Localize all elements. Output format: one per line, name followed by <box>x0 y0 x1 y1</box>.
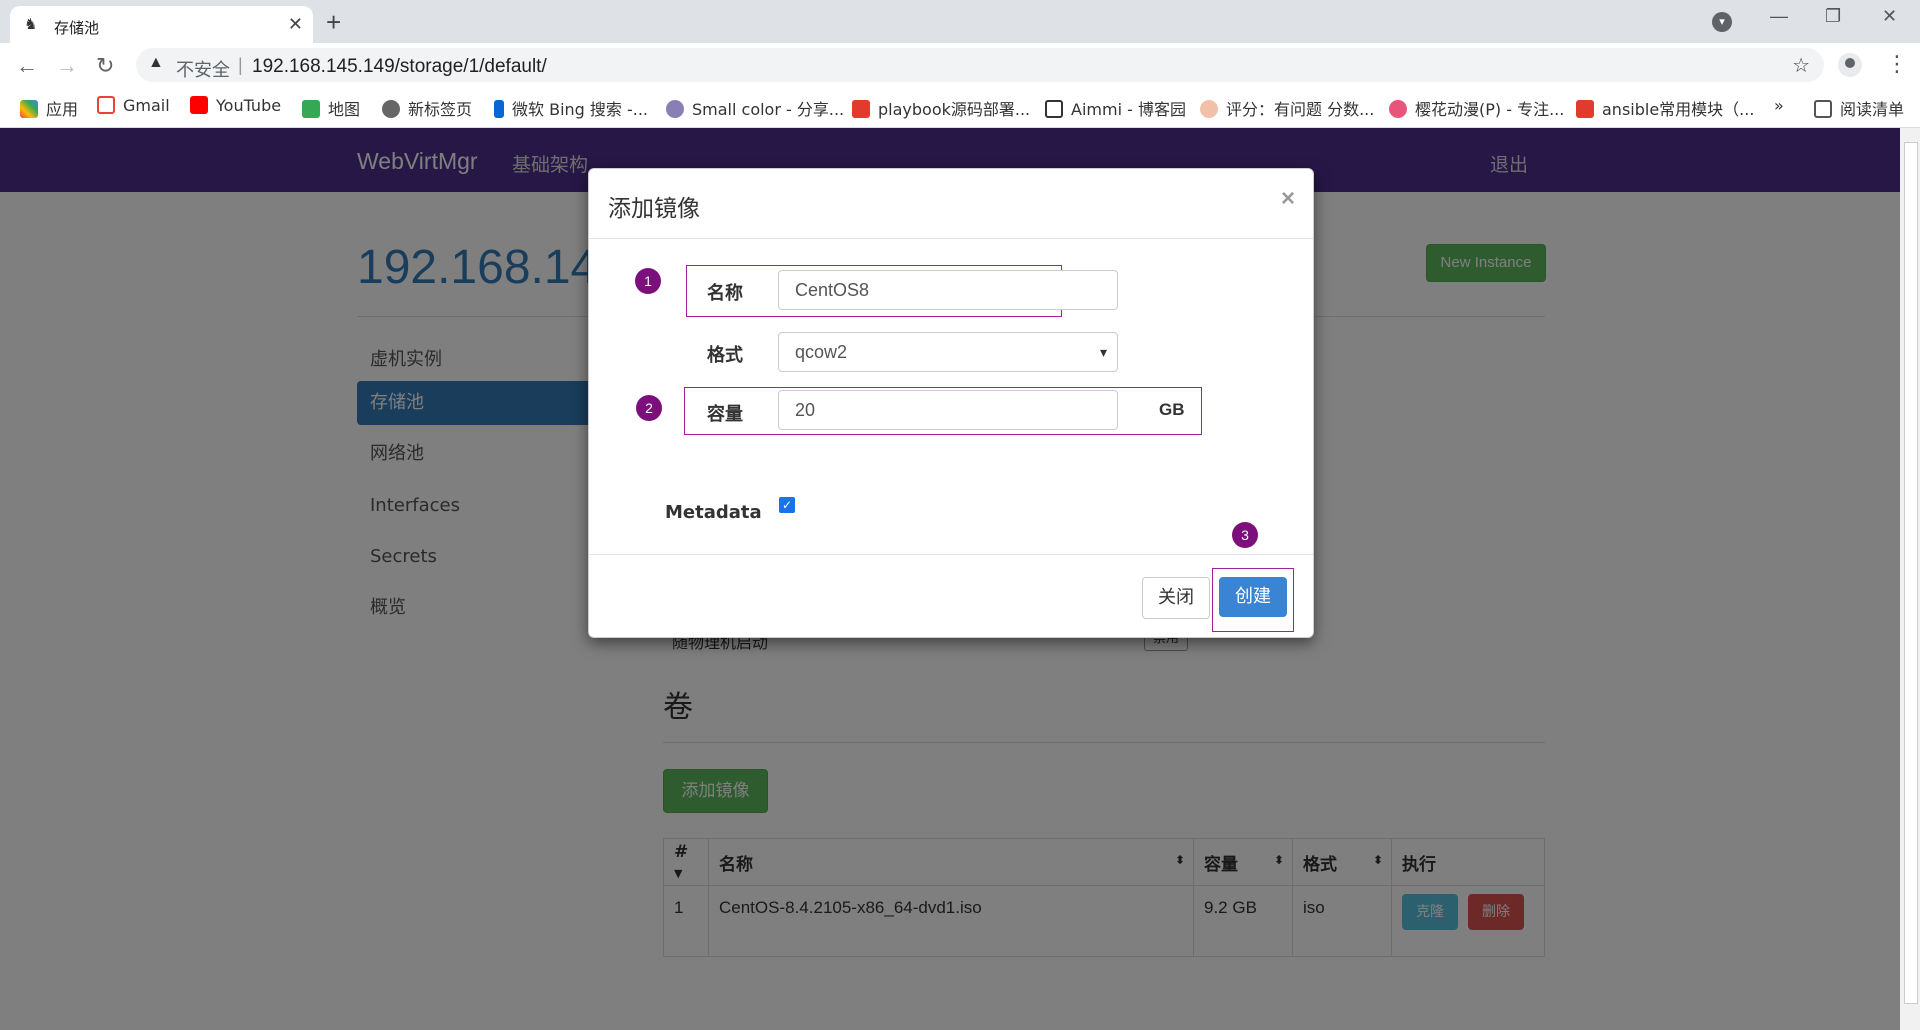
page-content: WebVirtMgr 基础架构 退出 192.168.145 New Insta… <box>0 128 1900 1030</box>
bookmark-gmail[interactable]: Gmail <box>97 96 170 115</box>
address-bar[interactable]: ▲ 不安全 | 192.168.145.149/storage/1/defaul… <box>136 48 1824 82</box>
reading-list[interactable]: 阅读清单 <box>1814 96 1904 120</box>
size-input[interactable]: 20 <box>778 390 1118 430</box>
forward-icon[interactable]: → <box>56 53 78 79</box>
close-tab-icon[interactable]: ✕ <box>288 14 303 35</box>
reading-list-icon <box>1814 100 1832 118</box>
bookmark-aimmi[interactable]: Aimmi - 博客园 <box>1045 96 1186 120</box>
annotation-badge-1: 1 <box>635 268 661 294</box>
maps-icon <box>302 100 320 118</box>
name-label: 名称 <box>707 283 743 304</box>
bookmark-playbook[interactable]: playbook源码部署... <box>852 96 1030 120</box>
anime-avatar-icon <box>1200 100 1218 118</box>
bookmark-rating[interactable]: 评分：有问题 分数... <box>1200 96 1374 120</box>
url-text[interactable]: 192.168.145.149/storage/1/default/ <box>252 56 547 78</box>
bing-icon <box>494 100 504 118</box>
bookmarks-bar: 应用 Gmail YouTube 地图 新标签页 微软 Bing 搜索 -...… <box>0 87 1920 128</box>
account-avatar-icon[interactable] <box>1838 53 1862 77</box>
name-input[interactable]: CentOS8 <box>778 270 1118 310</box>
bookmark-sakura[interactable]: 樱花动漫(P) - 专注... <box>1389 96 1564 120</box>
browser-toolbar: ← → ↻ ▲ 不安全 | 192.168.145.149/storage/1/… <box>0 43 1920 87</box>
annotation-badge-2: 2 <box>636 395 662 421</box>
bookmark-youtube[interactable]: YouTube <box>190 96 281 115</box>
smallcolor-icon <box>666 100 684 118</box>
bookmark-ansible[interactable]: ansible常用模块（... <box>1576 96 1754 120</box>
youtube-icon <box>190 96 208 114</box>
size-label: 容量 <box>707 404 743 425</box>
bookmark-newtab[interactable]: 新标签页 <box>382 96 472 120</box>
csdn-icon <box>1576 100 1594 118</box>
browser-menu-icon[interactable]: ⋮ <box>1886 51 1908 77</box>
create-button[interactable]: 创建 <box>1219 577 1287 617</box>
metadata-checkbox[interactable]: ✓ <box>779 497 795 513</box>
chrome-profile-icon[interactable]: ▾ <box>1712 12 1732 32</box>
size-unit: GB <box>1159 400 1185 419</box>
format-label: 格式 <box>707 345 743 366</box>
close-icon[interactable]: × <box>1281 185 1295 213</box>
bookmark-smallcolor[interactable]: Small color - 分享... <box>666 96 844 120</box>
page-scrollbar[interactable] <box>1900 128 1920 1030</box>
apps-grid-icon <box>20 100 38 118</box>
tab-strip: ♞ 存储池 ✕ + ▾ — ❐ ✕ <box>0 0 1920 43</box>
insecure-label: 不安全 <box>176 60 230 81</box>
bookmark-maps[interactable]: 地图 <box>302 96 360 120</box>
warning-icon: ▲ <box>148 54 164 71</box>
reload-icon[interactable]: ↻ <box>96 53 114 79</box>
scrollbar-thumb[interactable] <box>1904 142 1918 1004</box>
webvirtmgr-favicon-icon: ♞ <box>24 16 38 33</box>
format-select[interactable]: qcow2 ▾ <box>778 332 1118 372</box>
close-window-icon[interactable]: ✕ <box>1882 6 1897 27</box>
cnblogs-icon <box>1045 100 1063 118</box>
tab-title: 存储池 <box>54 19 100 37</box>
bookmark-bing[interactable]: 微软 Bing 搜索 -... <box>494 96 648 120</box>
new-tab-icon[interactable]: + <box>326 7 341 38</box>
metadata-label: Metadata <box>665 502 762 523</box>
minimize-icon[interactable]: — <box>1770 6 1788 27</box>
restore-icon[interactable]: ❐ <box>1825 6 1841 27</box>
close-button[interactable]: 关闭 <box>1142 577 1210 619</box>
bookmarks-overflow-icon[interactable]: » <box>1774 96 1784 115</box>
modal-title: 添加镜像 <box>608 196 700 222</box>
globe-icon <box>382 100 400 118</box>
csdn-icon <box>852 100 870 118</box>
bookmark-apps[interactable]: 应用 <box>20 96 78 120</box>
add-image-modal: 添加镜像 × 1 名称 CentOS8 格式 qcow2 ▾ 2 容量 20 G… <box>588 168 1314 638</box>
tab-active[interactable]: ♞ 存储池 ✕ <box>10 6 313 43</box>
back-icon[interactable]: ← <box>16 53 38 79</box>
chevron-down-icon: ▾ <box>1099 344 1107 360</box>
gmail-icon <box>97 96 115 114</box>
bookmark-star-icon[interactable]: ☆ <box>1792 53 1810 78</box>
sakura-icon <box>1389 100 1407 118</box>
annotation-badge-3: 3 <box>1232 522 1258 548</box>
